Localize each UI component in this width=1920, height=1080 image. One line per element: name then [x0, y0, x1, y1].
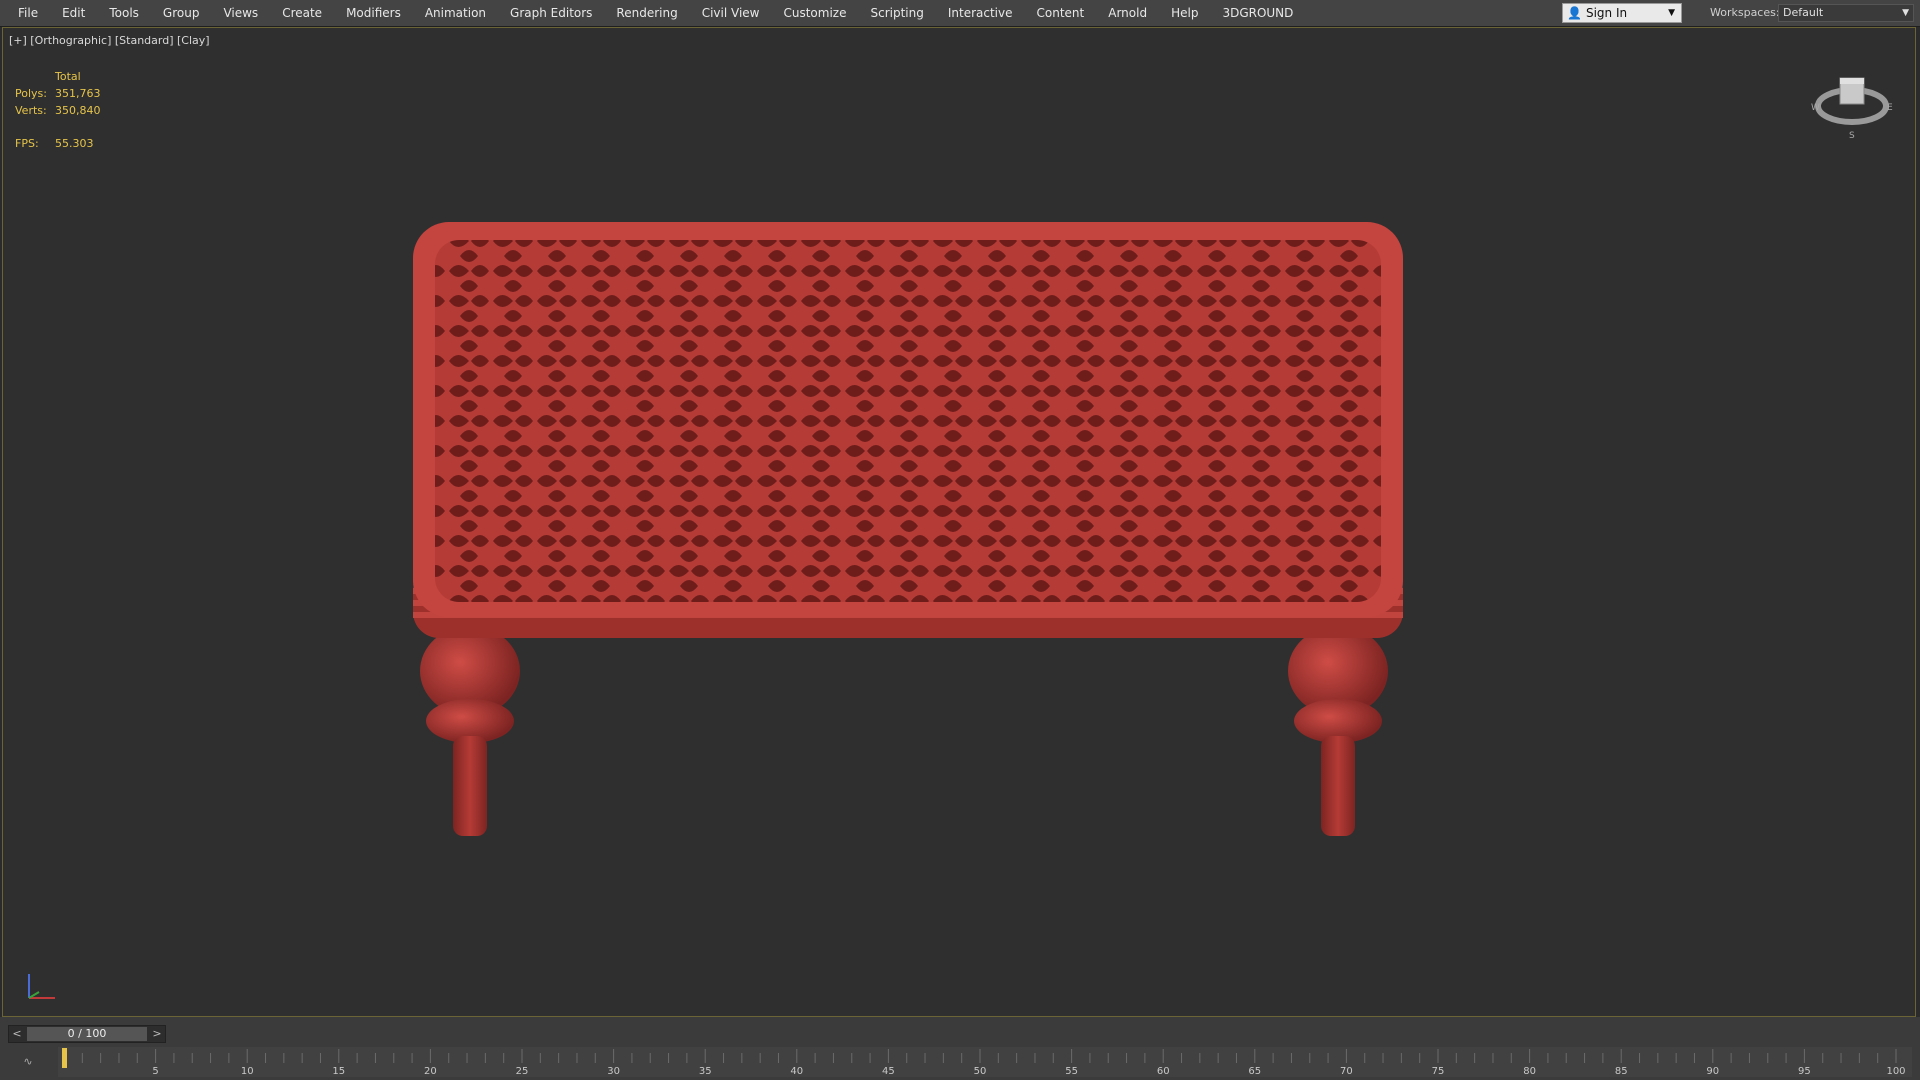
- stats-polys-row: Polys: 351,763: [15, 85, 101, 102]
- timeline-tick-label: 100: [1886, 1066, 1905, 1077]
- table-top-lattice: [435, 240, 1381, 602]
- timeline-track[interactable]: 5 10 15 20 25 30 35 40 45 50 55 60 65 70 75 80 85 90 95 100: [58, 1047, 1912, 1077]
- workspace-value: Default: [1783, 6, 1824, 19]
- timeline-tick-label: 55: [1065, 1066, 1078, 1077]
- timeline-tick-label: 20: [424, 1066, 437, 1077]
- verts-value: 350,840: [55, 104, 101, 117]
- viewcube-icon[interactable]: W E S: [1807, 62, 1897, 142]
- time-cursor[interactable]: [62, 1048, 67, 1068]
- menu-item-graph-editors[interactable]: Graph Editors: [498, 0, 604, 26]
- timeline-tick-label: 15: [332, 1066, 345, 1077]
- workspaces-label: Workspaces:: [1710, 6, 1780, 19]
- timeline-tick-label: 75: [1432, 1066, 1445, 1077]
- timeline-tick-label: 95: [1798, 1066, 1811, 1077]
- polys-label: Polys:: [15, 87, 47, 100]
- table-model[interactable]: [403, 196, 1413, 886]
- viewport[interactable]: [+] [Orthographic] [Standard] [Clay] Tot…: [2, 27, 1916, 1017]
- prev-frame-button[interactable]: <: [9, 1026, 25, 1042]
- menu-item-3dground[interactable]: 3DGROUND: [1210, 0, 1305, 26]
- menu-item-customize[interactable]: Customize: [771, 0, 858, 26]
- table-leg-right: [1288, 626, 1388, 836]
- fps-label: FPS:: [15, 137, 39, 150]
- menu-item-rendering[interactable]: Rendering: [604, 0, 689, 26]
- menu-item-modifiers[interactable]: Modifiers: [334, 0, 413, 26]
- timeline-tick-label: 10: [241, 1066, 254, 1077]
- timeline-tick-label: 45: [882, 1066, 895, 1077]
- timeline-tick-label: 70: [1340, 1066, 1353, 1077]
- menu-item-views[interactable]: Views: [211, 0, 270, 26]
- timeline-tick-label: 35: [699, 1066, 712, 1077]
- menu-item-interactive[interactable]: Interactive: [936, 0, 1025, 26]
- timeline-tick-label: 30: [607, 1066, 620, 1077]
- polys-value: 351,763: [55, 87, 101, 100]
- menu-item-edit[interactable]: Edit: [50, 0, 97, 26]
- viewport-stats: Total Polys: 351,763 Verts: 350,840 FPS: 55…: [15, 68, 101, 152]
- timeline: < 0 / 100 > ∿ 5 10 15 20 25 30 35 40 45 50 55 60 65 7…: [0, 1017, 1920, 1080]
- timeline-tick-label: 80: [1523, 1066, 1536, 1077]
- timeline-tick-label: 85: [1615, 1066, 1628, 1077]
- user-icon: 👤: [1567, 6, 1582, 20]
- verts-label: Verts:: [15, 104, 47, 117]
- mini-curve-editor-icon[interactable]: ∿: [8, 1051, 48, 1073]
- menu-item-civil-view[interactable]: Civil View: [690, 0, 772, 26]
- chevron-down-icon: ▼: [1668, 8, 1675, 18]
- sign-in-label: Sign In: [1585, 6, 1628, 20]
- menu-item-file[interactable]: File: [6, 0, 50, 26]
- next-frame-button[interactable]: >: [149, 1026, 165, 1042]
- timeline-tick-label: 5: [152, 1066, 158, 1077]
- time-slider[interactable]: < 0 / 100 >: [8, 1025, 166, 1043]
- stats-verts-row: Verts: 350,840: [15, 102, 101, 119]
- workspace-select[interactable]: Default ▼: [1778, 4, 1914, 22]
- timeline-tick-label: 60: [1157, 1066, 1170, 1077]
- menu-item-group[interactable]: Group: [151, 0, 212, 26]
- menu-item-tools[interactable]: Tools: [97, 0, 151, 26]
- timeline-tick-label: 65: [1248, 1066, 1261, 1077]
- viewport-label[interactable]: [+] [Orthographic] [Standard] [Clay]: [9, 34, 210, 47]
- menu-bar: File Edit Tools Group Views Create Modifiers An…: [0, 0, 1920, 27]
- viewcube-east: E: [1887, 103, 1893, 113]
- timeline-tick-label: 90: [1706, 1066, 1719, 1077]
- timeline-tick-label: 50: [974, 1066, 987, 1077]
- viewcube-west: W: [1811, 103, 1820, 113]
- fps-value: 55.303: [55, 137, 94, 150]
- menu-item-animation[interactable]: Animation: [413, 0, 498, 26]
- menu: File Edit Tools Group Views Create Modifiers An…: [0, 0, 1305, 26]
- axis-tripod-icon: [28, 974, 55, 999]
- menu-item-scripting[interactable]: Scripting: [858, 0, 935, 26]
- menu-item-help[interactable]: Help: [1159, 0, 1210, 26]
- timeline-tick-label: 40: [790, 1066, 803, 1077]
- chevron-down-icon: ▼: [1902, 8, 1909, 18]
- stats-fps-row: FPS: 55.303: [15, 135, 101, 152]
- sign-in-button[interactable]: 👤 Sign In ▼: [1562, 3, 1682, 23]
- menu-item-content[interactable]: Content: [1025, 0, 1097, 26]
- viewcube-south: S: [1849, 131, 1855, 141]
- table-leg-left: [420, 626, 520, 836]
- frame-display[interactable]: 0 / 100: [27, 1027, 147, 1041]
- stats-total-row: Total: [15, 68, 101, 85]
- menu-item-arnold[interactable]: Arnold: [1096, 0, 1159, 26]
- timeline-tick-label: 25: [516, 1066, 529, 1077]
- stats-total-label: Total: [55, 70, 81, 83]
- menu-item-create[interactable]: Create: [270, 0, 334, 26]
